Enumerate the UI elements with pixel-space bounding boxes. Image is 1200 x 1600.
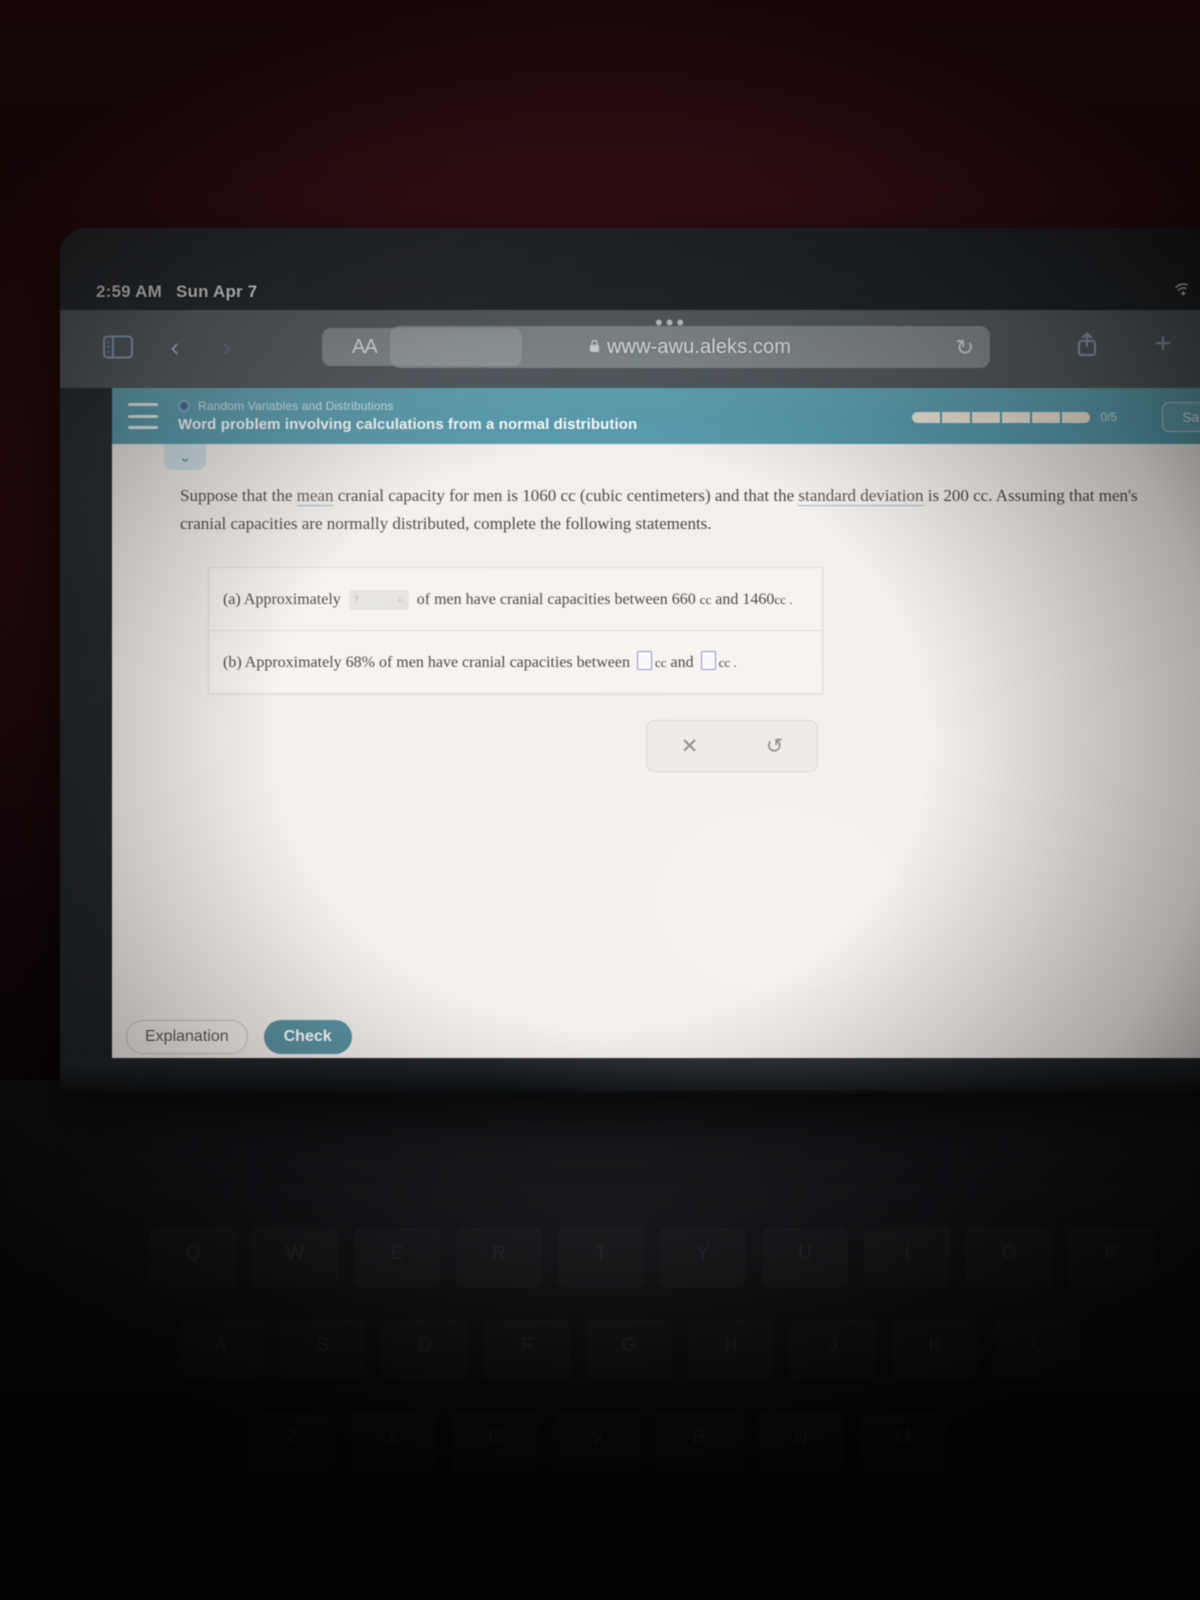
part-b-unit-1: cc	[654, 655, 667, 671]
action-bar: Explanation Check	[112, 1020, 1200, 1054]
status-clock: 2:59 AM Sun Apr 7	[96, 282, 257, 302]
sidebar-toggle-icon[interactable]	[100, 332, 136, 362]
share-icon[interactable]	[1072, 326, 1102, 362]
progress-count: 0/5	[1100, 410, 1117, 424]
part-a-text-before: Approximately	[243, 591, 341, 609]
undo-icon[interactable]: ↺	[766, 734, 784, 759]
lock-icon	[589, 339, 600, 356]
answer-tools: ✕ ↺	[646, 720, 818, 773]
part-a-unit-1: cc	[699, 592, 712, 608]
problem-content: Suppose that the mean cranial capacity f…	[112, 444, 1200, 773]
part-a-unit-2: cc .	[774, 592, 793, 608]
keyboard-deck: Q W E R T Y U I O P A S D F G H J K L Z …	[0, 1080, 1200, 1600]
status-time: 2:59 AM	[96, 282, 162, 301]
dropdown-hint-glyph: ?	[353, 593, 359, 606]
problem-text-3: cc (cubic centimeters) and that the	[556, 486, 799, 505]
hamburger-icon[interactable]	[128, 403, 158, 429]
page-title: Word problem involving calculations from…	[178, 416, 638, 433]
new-tab-icon[interactable]: +	[1148, 326, 1178, 362]
back-button[interactable]: ‹	[162, 332, 188, 362]
progress-bar	[912, 411, 1091, 423]
status-indicators: 6	[1175, 282, 1200, 300]
check-button[interactable]: Check	[263, 1020, 352, 1054]
tablet-device: 2:59 AM Sun Apr 7 6	[60, 228, 1200, 1090]
mean-glossary-link[interactable]: mean	[296, 486, 334, 506]
dropdown-caret-glyph: ○	[397, 593, 404, 606]
part-b-text: Approximately 68% of men have cranial ca…	[244, 654, 630, 672]
status-date: Sun Apr 7	[175, 282, 258, 301]
part-b-label: (b)	[223, 654, 242, 672]
url-text: www-awu.aleks.com	[607, 335, 791, 358]
standard-deviation-glossary-link[interactable]: standard deviation	[798, 486, 924, 506]
safari-toolbar: ‹ › AA ••• www-awu.aleks.com ↻ +	[60, 310, 1200, 388]
forward-button[interactable]: ›	[214, 332, 240, 362]
header-titles: Random Variables and Distributions Word …	[178, 399, 637, 433]
part-a-percent-dropdown[interactable]: ? ○	[348, 590, 409, 611]
part-b-conjunction: and	[670, 654, 694, 672]
topic-dot-icon	[178, 400, 190, 412]
user-menu-button[interactable]: Sara	[1162, 402, 1200, 432]
aleks-header-bar: Random Variables and Distributions Word …	[112, 388, 1200, 444]
problem-text-4: is	[923, 486, 944, 505]
explanation-button[interactable]: Explanation	[126, 1020, 248, 1054]
part-a: (a) Approximately ? ○ of men have crania…	[209, 568, 822, 630]
wifi-icon	[1175, 282, 1194, 300]
problem-text-2: cranial capacity for men is	[333, 486, 523, 505]
progress-indicator: 0/5	[912, 410, 1117, 424]
part-b-input-1[interactable]	[636, 651, 652, 671]
answer-card: (a) Approximately ? ○ of men have crania…	[208, 567, 823, 695]
part-b-input-2[interactable]	[700, 651, 716, 671]
photo-scene: Q W E R T Y U I O P A S D F G H J K L Z …	[0, 0, 1200, 1600]
part-b-unit-2: cc .	[718, 655, 737, 671]
mean-value: 1060	[522, 486, 557, 505]
sd-value: 200	[943, 486, 969, 505]
ios-status-bar: 2:59 AM Sun Apr 7 6	[60, 228, 1200, 310]
part-a-value-2: 1460	[742, 591, 775, 609]
part-b: (b) Approximately 68% of men have crania…	[209, 630, 822, 693]
breadcrumb-label: Random Variables and Distributions	[198, 399, 394, 413]
collapse-header-toggle[interactable]: ⌄	[164, 444, 206, 470]
clear-icon[interactable]: ✕	[681, 734, 699, 759]
text-size-label: AA	[352, 335, 378, 358]
device-hinge	[60, 1058, 1200, 1094]
part-a-label: (a)	[223, 591, 241, 609]
address-bar[interactable]: www-awu.aleks.com ↻	[390, 326, 990, 368]
problem-text-1: Suppose that the	[180, 486, 297, 505]
part-a-value-1: 660	[671, 591, 696, 609]
reload-icon[interactable]: ↻	[956, 335, 974, 361]
part-a-conjunction: and	[715, 591, 739, 609]
web-page-viewport: Random Variables and Distributions Word …	[112, 388, 1200, 1090]
breadcrumb: Random Variables and Distributions	[178, 399, 637, 413]
problem-statement: Suppose that the mean cranial capacity f…	[180, 482, 1186, 537]
part-a-text-after: of men have cranial capacities between	[416, 591, 668, 609]
